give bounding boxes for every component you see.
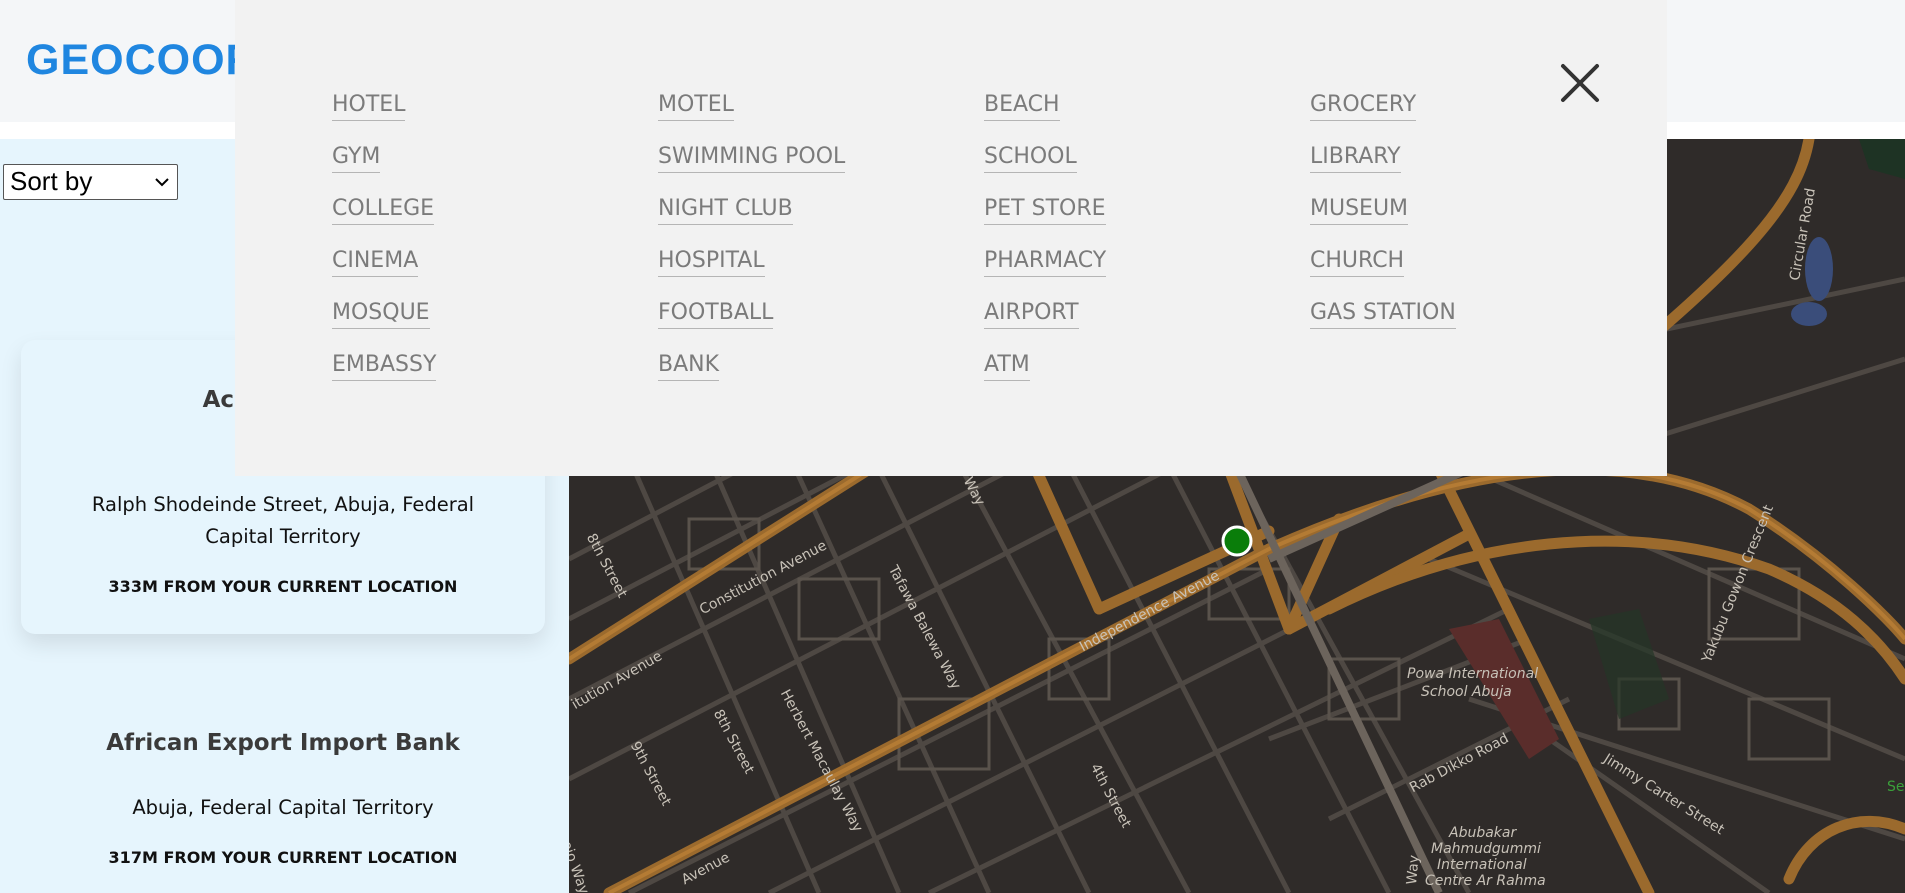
- category-embassy[interactable]: EMBASSY: [332, 352, 437, 381]
- result-card[interactable]: African Export Import Bank Abuja, Federa…: [21, 690, 545, 893]
- category-beach[interactable]: BEACH: [984, 92, 1060, 121]
- chevron-down-icon: [155, 174, 169, 190]
- category-church[interactable]: CHURCH: [1310, 248, 1405, 277]
- card-address: Abuja, Federal Capital Territory: [132, 796, 434, 819]
- category-bank[interactable]: BANK: [658, 352, 720, 381]
- sort-select-value: Sort by: [10, 166, 93, 196]
- map-poi-label: School Abuja: [1421, 684, 1512, 700]
- category-library[interactable]: LIBRARY: [1310, 144, 1401, 173]
- card-address: Ralph Shodeinde Street, Abuja, Federal C…: [91, 493, 475, 548]
- category-night-club[interactable]: NIGHT CLUB: [658, 196, 793, 225]
- category-gym[interactable]: GYM: [332, 144, 381, 173]
- category-hotel[interactable]: HOTEL: [332, 92, 406, 121]
- map-poi-label: Centre Ar Rahma: [1425, 873, 1546, 889]
- category-atm[interactable]: ATM: [984, 352, 1030, 381]
- logo[interactable]: GEOCOOR: [26, 36, 258, 85]
- category-mosque[interactable]: MOSQUE: [332, 300, 430, 329]
- location-marker-icon[interactable]: [1220, 524, 1254, 558]
- category-school[interactable]: SCHOOL: [984, 144, 1077, 173]
- category-gas-station[interactable]: GAS STATION: [1310, 300, 1456, 329]
- sort-select[interactable]: Sort by: [3, 164, 178, 200]
- category-museum[interactable]: MUSEUM: [1310, 196, 1409, 225]
- card-distance: 333M FROM YOUR CURRENT LOCATION: [108, 577, 458, 596]
- category-grocery[interactable]: GROCERY: [1310, 92, 1417, 121]
- category-airport[interactable]: AIRPORT: [984, 300, 1079, 329]
- category-pharmacy[interactable]: PHARMACY: [984, 248, 1107, 277]
- card-title: African Export Import Bank: [106, 730, 460, 756]
- category-motel[interactable]: MOTEL: [658, 92, 734, 121]
- map-poi-label: Abubakar: [1449, 825, 1517, 841]
- card-distance: 317M FROM YOUR CURRENT LOCATION: [108, 848, 458, 867]
- map-poi-label: Powa International: [1407, 666, 1539, 682]
- category-cinema[interactable]: CINEMA: [332, 248, 419, 277]
- category-football[interactable]: FOOTBALL: [658, 300, 774, 329]
- category-swimming-pool[interactable]: SWIMMING POOL: [658, 144, 846, 173]
- category-pet-store[interactable]: PET STORE: [984, 196, 1106, 225]
- category-college[interactable]: COLLEGE: [332, 196, 435, 225]
- category-menu-overlay: HOTEL MOTEL BEACH GROCERY GYM SWIMMING P…: [235, 0, 1667, 476]
- map-poi-label: Mahmudgummi: [1431, 841, 1541, 857]
- map-poi-label: International: [1437, 857, 1527, 873]
- map-street-label: Way: [1404, 854, 1423, 886]
- map-poi-label: Se: [1887, 779, 1905, 795]
- category-hospital[interactable]: HOSPITAL: [658, 248, 765, 277]
- close-button[interactable]: [1553, 56, 1607, 110]
- close-icon: [1561, 64, 1599, 102]
